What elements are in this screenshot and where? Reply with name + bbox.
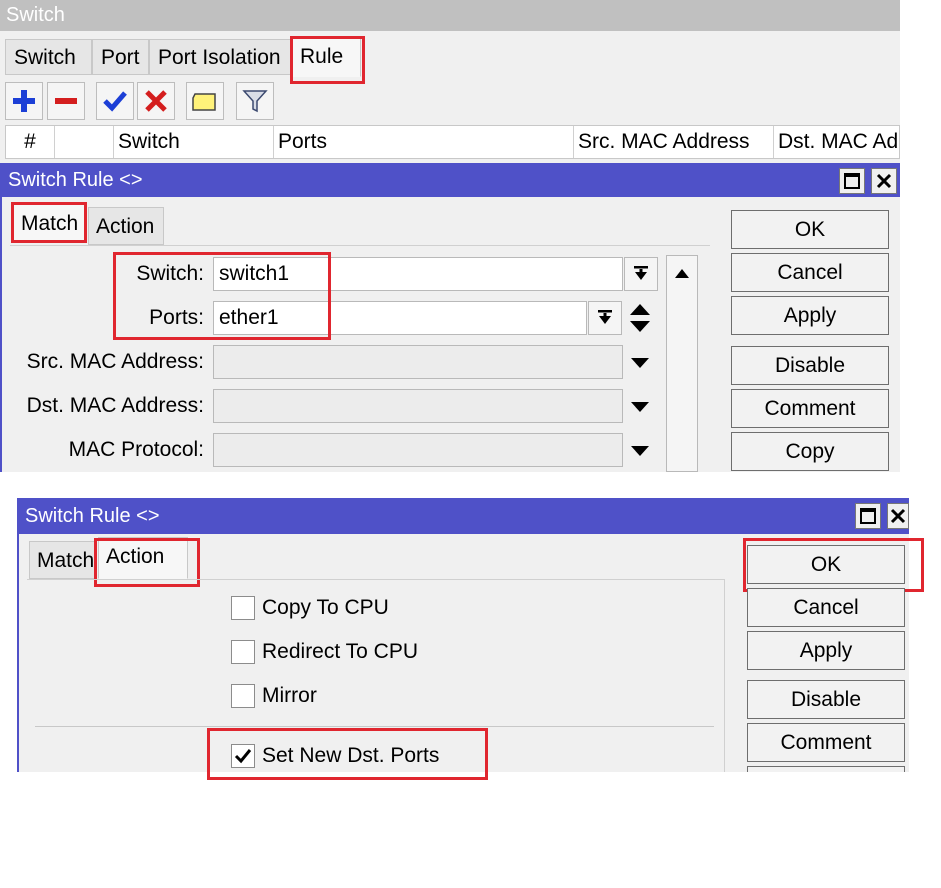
check-icon — [103, 91, 127, 112]
add-button[interactable] — [5, 82, 43, 120]
comment-button-dialog[interactable]: Comment — [747, 723, 905, 762]
copy-to-cpu-checkbox[interactable] — [231, 596, 255, 620]
section-divider — [35, 726, 714, 727]
cancel-button[interactable]: Cancel — [747, 588, 905, 627]
close-button[interactable] — [871, 168, 897, 194]
switch-window-title: Switch — [0, 0, 900, 31]
tab-action[interactable]: Action — [88, 207, 164, 245]
ok-button[interactable]: OK — [747, 545, 905, 584]
mirror-label: Mirror — [262, 684, 317, 707]
up-down-arrows-icon — [630, 304, 650, 332]
add-icon — [13, 90, 35, 112]
dropdown-down-icon — [598, 310, 612, 324]
dialog-title: Switch Rule <> — [19, 498, 909, 534]
maximize-icon — [860, 508, 876, 524]
filter-icon — [242, 90, 268, 113]
switch-field[interactable]: switch1 — [213, 257, 623, 291]
filter-button[interactable] — [236, 82, 274, 120]
maximize-button[interactable] — [839, 168, 865, 194]
cancel-button[interactable]: Cancel — [731, 253, 889, 292]
dst-mac-label: Dst. MAC Address: — [26, 394, 204, 417]
dst-mac-field[interactable] — [213, 389, 623, 423]
maximize-button[interactable] — [855, 503, 881, 529]
remove-icon — [55, 98, 77, 104]
src-mac-field[interactable] — [213, 345, 623, 379]
enable-button[interactable] — [96, 82, 134, 120]
apply-button[interactable]: Apply — [731, 296, 889, 335]
comment-icon — [192, 93, 216, 111]
copy-button[interactable]: Copy — [731, 432, 889, 471]
set-new-dst-ports-label: Set New Dst. Ports — [262, 744, 440, 767]
tab-match[interactable]: Match — [13, 204, 86, 242]
src-mac-dropdown-icon[interactable] — [631, 358, 649, 368]
mac-protocol-dropdown-icon[interactable] — [631, 446, 649, 456]
column-dst-mac[interactable]: Dst. MAC Ad — [774, 126, 901, 158]
src-mac-label: Src. MAC Address: — [26, 350, 204, 373]
switch-rule-dialog-action: Switch Rule <> Match Action Copy To CPU … — [17, 498, 924, 780]
close-button[interactable] — [887, 503, 909, 529]
maximize-icon — [844, 173, 860, 189]
tab-port[interactable]: Port — [92, 39, 149, 75]
tab-match[interactable]: Match — [29, 541, 97, 579]
column-flags[interactable] — [55, 126, 114, 158]
ok-button[interactable]: OK — [731, 210, 889, 249]
apply-button[interactable]: Apply — [747, 631, 905, 670]
dst-mac-dropdown-icon[interactable] — [631, 402, 649, 412]
cross-icon — [145, 90, 167, 112]
set-new-dst-ports-checkbox[interactable] — [231, 744, 255, 768]
switch-label: Switch: — [136, 262, 204, 285]
comment-button-dialog[interactable]: Comment — [731, 389, 889, 428]
ports-label: Ports: — [149, 306, 204, 329]
disable-button[interactable] — [137, 82, 175, 120]
mirror-checkbox[interactable] — [231, 684, 255, 708]
disable-button-dialog[interactable]: Disable — [747, 680, 905, 719]
switch-dropdown-button[interactable] — [624, 257, 658, 291]
comment-button[interactable] — [186, 82, 224, 120]
dropdown-down-icon — [634, 266, 648, 280]
redirect-to-cpu-checkbox[interactable] — [231, 640, 255, 664]
column-src-mac[interactable]: Src. MAC Address — [574, 126, 774, 158]
ports-field[interactable]: ether1 — [213, 301, 587, 335]
copy-to-cpu-label: Copy To CPU — [262, 596, 389, 619]
scroll-up-icon — [675, 269, 689, 278]
column-switch[interactable]: Switch — [114, 126, 274, 158]
tab-switch[interactable]: Switch — [5, 39, 92, 75]
column-number[interactable]: # — [6, 126, 55, 158]
switch-window: Switch Switch Port Port Isolation Rule #… — [0, 0, 900, 472]
form-scrollbar[interactable] — [666, 255, 698, 472]
close-icon — [876, 173, 892, 189]
tab-rule[interactable]: Rule — [291, 37, 361, 77]
disable-button-dialog[interactable]: Disable — [731, 346, 889, 385]
column-ports[interactable]: Ports — [274, 126, 574, 158]
ports-add-remove-button[interactable] — [628, 302, 652, 334]
tab-action[interactable]: Action — [98, 537, 188, 579]
ports-dropdown-button[interactable] — [588, 301, 622, 335]
close-icon — [890, 508, 906, 524]
dialog-title: Switch Rule <> — [2, 163, 900, 197]
checkmark-icon — [234, 749, 252, 764]
rule-list-header: # Switch Ports Src. MAC Address Dst. MAC… — [5, 125, 900, 159]
remove-button[interactable] — [47, 82, 85, 120]
switch-rule-dialog-match: Switch Rule <> Match Action Switch: swit… — [0, 163, 900, 472]
mac-protocol-label: MAC Protocol: — [68, 438, 204, 461]
tab-port-isolation[interactable]: Port Isolation — [149, 39, 291, 75]
mac-protocol-field[interactable] — [213, 433, 623, 467]
redirect-to-cpu-label: Redirect To CPU — [262, 640, 419, 663]
next-button-partial[interactable] — [747, 766, 905, 772]
